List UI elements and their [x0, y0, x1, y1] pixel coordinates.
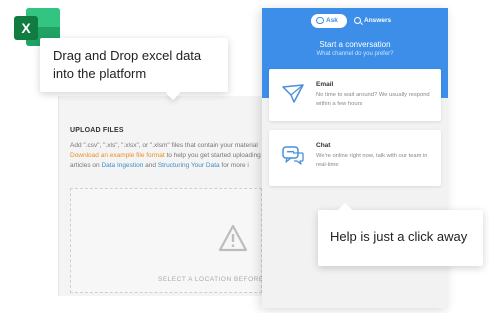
- warning-triangle-icon: [218, 224, 248, 252]
- search-icon: [354, 17, 361, 24]
- chat-option-description: We're online right now, talk with our te…: [316, 153, 428, 168]
- chat-option[interactable]: Chat We're online right now, talk with o…: [269, 130, 441, 186]
- upload-description-line-1: Add ".csv", ".xls", ".xlsx", or ".xlsm" …: [70, 142, 258, 149]
- tab-answers[interactable]: Answers: [353, 14, 399, 28]
- email-option-title: Email: [316, 81, 334, 88]
- upload-description-line-3: articles on Data Ingestion and Structuri…: [70, 162, 249, 169]
- start-conversation-subtitle: What channel do you prefer?: [316, 51, 394, 57]
- structuring-data-link[interactable]: Structuring Your Data: [158, 162, 220, 169]
- download-example-link[interactable]: Download an example file format: [70, 152, 165, 159]
- paper-plane-icon: [282, 84, 304, 103]
- drag-drop-callout-text: Drag and Drop excel data into the platfo…: [53, 48, 202, 81]
- upload-description-line-2: Download an example file format to help …: [70, 152, 261, 159]
- data-ingestion-link[interactable]: Data Ingestion: [101, 162, 143, 169]
- upload-description: Add ".csv", ".xls", ".xlsx", or ".xlsm" …: [70, 141, 262, 171]
- start-conversation-title: Start a conversation: [319, 40, 391, 49]
- excel-letter: X: [14, 16, 38, 40]
- chat-option-title: Chat: [316, 142, 331, 149]
- dropzone-instruction: SELECT A LOCATION BEFORE UP: [158, 276, 277, 283]
- email-option-description: No time to wait around? We usually respo…: [316, 92, 430, 107]
- email-option[interactable]: Email No time to wait around? We usually…: [269, 69, 441, 121]
- help-callout-text: Help is just a click away: [330, 229, 468, 244]
- help-callout: Help is just a click away: [318, 202, 483, 266]
- speech-bubble-icon: [316, 17, 324, 24]
- chat-bubbles-icon: [282, 146, 304, 165]
- drag-drop-callout: Drag and Drop excel data into the platfo…: [40, 38, 228, 101]
- upload-files-heading: UPLOAD FILES: [70, 127, 124, 134]
- tab-ask[interactable]: Ask: [311, 14, 347, 28]
